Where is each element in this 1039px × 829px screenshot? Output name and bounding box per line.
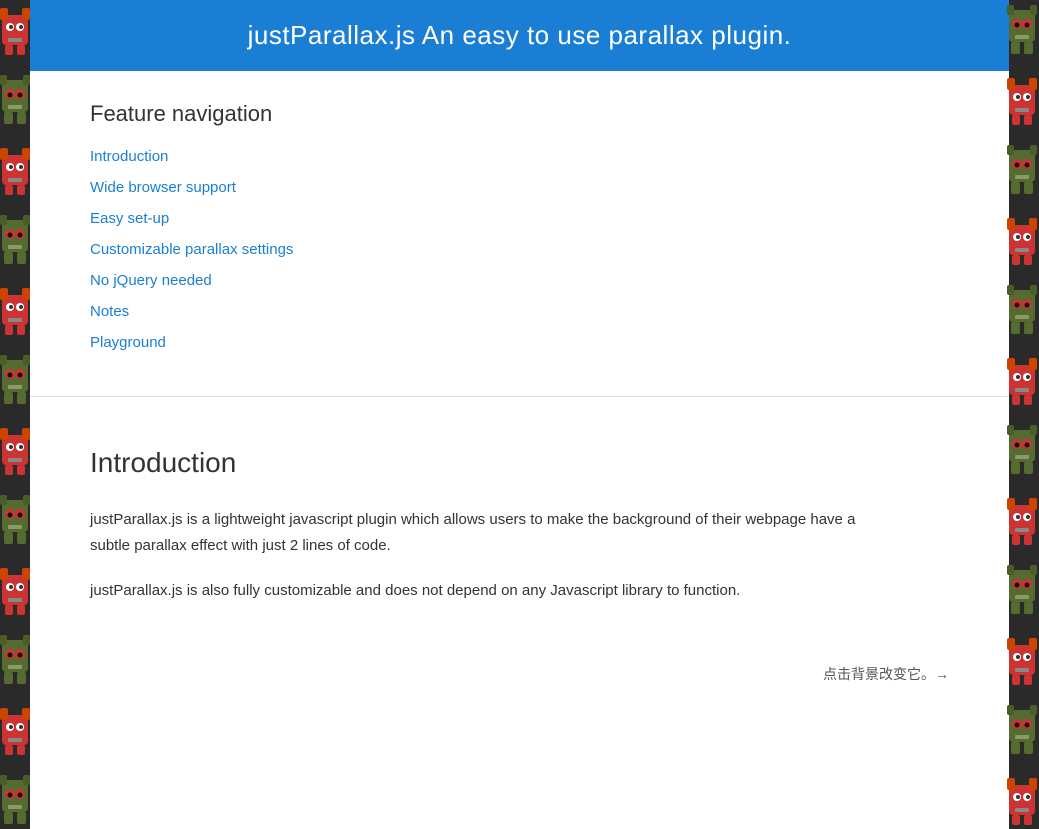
monster-icon [1007,420,1037,485]
nav-link-notes[interactable]: Notes [90,303,129,320]
list-item: Introduction [90,143,949,170]
nav-link-easy-setup[interactable]: Easy set-up [90,210,169,227]
nav-link-introduction[interactable]: Introduction [90,148,168,165]
nav-link-playground[interactable]: Playground [90,334,166,351]
monster-icon [1007,350,1037,415]
monster-icon [1007,210,1037,275]
change-background-link[interactable]: 点击背景改变它。→ [823,666,949,682]
list-item: Playground [90,329,949,356]
monster-icon [0,210,30,275]
monster-icon [1007,700,1037,765]
list-item: Notes [90,298,949,325]
list-item: No jQuery needed [90,267,949,294]
monster-icon [0,560,30,625]
monster-icon [1007,70,1037,135]
monster-icon [0,70,30,135]
monster-icon [0,140,30,205]
left-monster-column [0,0,32,829]
nav-link-customizable[interactable]: Customizable parallax settings [90,241,293,258]
monster-icon [1007,140,1037,205]
monster-icon [0,420,30,485]
monster-icon [0,630,30,695]
monster-icon [0,280,30,345]
site-name: justParallax.js [248,20,416,50]
monster-icon [0,0,30,65]
main-content: justParallax.js An easy to use parallax … [30,0,1009,829]
monster-icon [1007,770,1037,829]
intro-heading: Introduction [90,447,949,479]
monster-icon [1007,0,1037,65]
monster-icon [0,770,30,829]
monster-icon [0,700,30,765]
list-item: Customizable parallax settings [90,236,949,263]
feature-navigation-section: Feature navigation Introduction Wide bro… [30,71,1009,397]
right-monster-column [1007,0,1039,829]
monster-icon [0,350,30,415]
list-item: Wide browser support [90,174,949,201]
nav-list: Introduction Wide browser support Easy s… [90,143,949,356]
introduction-section: Introduction justParallax.js is a lightw… [30,397,1009,664]
monster-icon [1007,560,1037,625]
page-header: justParallax.js An easy to use parallax … [30,0,1009,71]
intro-paragraph-1: justParallax.js is a lightweight javascr… [90,507,870,558]
site-subtitle: An easy to use parallax plugin. [416,20,792,50]
nav-heading: Feature navigation [90,101,949,127]
list-item: Easy set-up [90,205,949,232]
monster-icon [0,490,30,555]
nav-link-no-jquery[interactable]: No jQuery needed [90,272,212,289]
bottom-link-area: 点击背景改变它。→ [30,664,1009,704]
monster-icon [1007,630,1037,695]
page-title: justParallax.js An easy to use parallax … [70,20,969,51]
monster-icon [1007,490,1037,555]
monster-icon [1007,280,1037,345]
intro-paragraph-2: justParallax.js is also fully customizab… [90,578,870,604]
nav-link-wide-browser-support[interactable]: Wide browser support [90,179,236,196]
